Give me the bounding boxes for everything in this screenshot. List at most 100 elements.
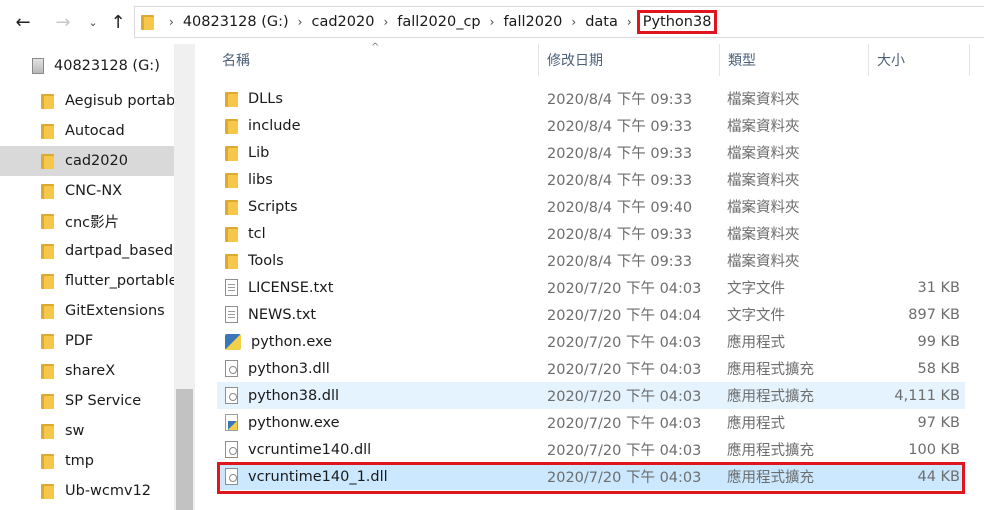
column-divider[interactable] [868,44,869,76]
sidebar-scrollbar[interactable] [174,44,195,510]
file-name-cell: Scripts [225,193,298,220]
file-date: 2020/7/20 下午 04:03 [547,335,702,351]
chevron-right-icon[interactable]: › [169,15,174,29]
folder-icon [225,253,238,269]
recent-locations-chevron-icon[interactable]: ⌄ [84,10,102,34]
sidebar-item[interactable]: tmp [0,446,174,476]
file-name-cell: LICENSE.txt [225,274,333,301]
file-row[interactable]: tcl 2020/8/4 下午 09:33 檔案資料夾 [217,220,965,247]
file-size: 100 KB [908,441,960,458]
file-name: python38.dll [248,387,340,404]
file-name-cell: python3.dll [225,355,330,382]
folder-icon [41,453,54,469]
file-name: Scripts [248,198,298,215]
column-header-name[interactable]: 名稱 [222,44,250,76]
file-name-cell: python.exe [225,328,332,355]
file-row[interactable]: python38.dll 2020/7/20 下午 04:03 應用程式擴充 4,11… [217,382,965,409]
dll-file-icon [225,441,238,458]
sidebar-item[interactable]: dartpad_based [0,236,174,266]
sidebar-item[interactable]: Aegisub portable [0,86,174,116]
drive-icon [32,58,44,74]
file-name: pythonw.exe [248,414,340,431]
sidebar-item[interactable]: CNC-NX [0,176,174,206]
folder-icon [141,14,154,30]
file-row[interactable]: include 2020/8/4 下午 09:33 檔案資料夾 [217,112,965,139]
sidebar-item[interactable]: flutter_portable [0,266,174,296]
sidebar-item[interactable]: sw [0,416,174,446]
sidebar-item[interactable]: GitExtensions [0,296,174,326]
column-divider[interactable] [538,44,539,76]
sidebar-scrollbar-thumb[interactable] [176,389,193,510]
chevron-right-icon[interactable]: › [627,15,632,29]
chevron-right-icon[interactable]: › [383,15,388,29]
sidebar-item[interactable]: PDF [0,326,174,356]
navigation-pane: 40823128 (G:) Aegisub portable Autocad cad… [0,44,195,510]
file-date: 2020/8/4 下午 09:33 [547,173,693,189]
drive-item[interactable]: 40823128 (G:) [32,58,160,74]
breadcrumb-item[interactable]: fall2020_cp [397,14,480,30]
sidebar-item[interactable]: cad2020 [0,146,174,176]
file-row[interactable]: libs 2020/8/4 下午 09:33 檔案資料夾 [217,166,965,193]
file-date: 2020/7/20 下午 04:03 [547,281,702,297]
breadcrumb-current[interactable]: Python38 [636,10,718,34]
file-type: 文字文件 [727,308,785,324]
breadcrumb-item[interactable]: cad2020 [311,14,374,30]
column-divider[interactable] [969,44,970,76]
sidebar-item-label: cnc影片 [65,214,120,231]
file-date: 2020/8/4 下午 09:33 [547,254,693,270]
file-date: 2020/7/20 下午 04:03 [547,362,702,378]
breadcrumb-item[interactable]: data [585,14,618,30]
chevron-right-icon[interactable]: › [298,15,303,29]
chevron-right-icon[interactable]: › [490,15,495,29]
file-row[interactable]: pythonw.exe 2020/7/20 下午 04:03 應用程式 97 KB [217,409,965,436]
file-row[interactable]: Tools 2020/8/4 下午 09:33 檔案資料夾 [217,247,965,274]
file-type: 應用程式擴充 [727,362,814,378]
file-date: 2020/7/20 下午 04:04 [547,308,702,324]
file-size: 97 KB [917,414,960,431]
column-divider[interactable] [719,44,720,76]
file-row[interactable]: vcruntime140.dll 2020/7/20 下午 04:03 應用程式擴充… [217,436,965,463]
column-header-type[interactable]: 類型 [728,44,756,76]
file-row[interactable]: NEWS.txt 2020/7/20 下午 04:04 文字文件 897 KB [217,301,965,328]
file-name: NEWS.txt [248,306,317,323]
file-type: 應用程式擴充 [727,389,814,405]
column-header-size[interactable]: 大小 [877,44,905,76]
sidebar-item-label: Autocad [65,123,125,139]
back-arrow-icon[interactable]: ← [10,10,36,34]
chevron-right-icon[interactable]: › [571,15,576,29]
file-row[interactable]: python3.dll 2020/7/20 下午 04:03 應用程式擴充 58 KB [217,355,965,382]
address-row: ← → ⌄ ↑ › 40823128 (G:) › cad2020 › fall2020_… [0,0,984,44]
forward-arrow-icon[interactable]: → [50,10,76,34]
file-name-cell: libs [225,166,273,193]
sidebar-item[interactable]: shareX [0,356,174,386]
sidebar-item[interactable]: Autocad [0,116,174,146]
file-type: 檔案資料夾 [727,92,800,108]
sidebar-item[interactable]: SP Service [0,386,174,416]
file-type: 應用程式擴充 [727,443,814,459]
file-name: Lib [248,144,270,161]
file-row[interactable]: DLLs 2020/8/4 下午 09:33 檔案資料夾 [217,85,965,112]
file-size: 897 KB [908,306,960,323]
pythonw-exe-icon [225,414,238,431]
folder-icon [41,363,54,379]
folder-icon [41,273,54,289]
file-type: 應用程式 [727,335,785,351]
file-row[interactable]: Scripts 2020/8/4 下午 09:40 檔案資料夾 [217,193,965,220]
sidebar-item[interactable]: Ub-wcmv12 [0,476,174,506]
address-bar[interactable]: › 40823128 (G:) › cad2020 › fall2020_cp › fall2… [134,6,984,38]
sidebar-item[interactable]: cnc影片 [0,206,174,236]
file-row[interactable]: LICENSE.txt 2020/7/20 下午 04:03 文字文件 31 KB [217,274,965,301]
file-name-cell: pythonw.exe [225,409,340,436]
file-size: 58 KB [917,360,960,377]
folder-icon [225,145,238,161]
file-row[interactable]: python.exe 2020/7/20 下午 04:03 應用程式 99 KB [217,328,965,355]
breadcrumb-item[interactable]: fall2020 [503,14,562,30]
up-arrow-icon[interactable]: ↑ [106,10,130,34]
file-row[interactable]: Lib 2020/8/4 下午 09:33 檔案資料夾 [217,139,965,166]
file-type: 應用程式 [727,416,785,432]
file-name: Tools [248,252,284,269]
folder-icon [41,423,54,439]
column-header-date[interactable]: 修改日期 [547,44,603,76]
breadcrumb-item[interactable]: 40823128 (G:) [183,14,289,30]
file-name-cell: Lib [225,139,269,166]
